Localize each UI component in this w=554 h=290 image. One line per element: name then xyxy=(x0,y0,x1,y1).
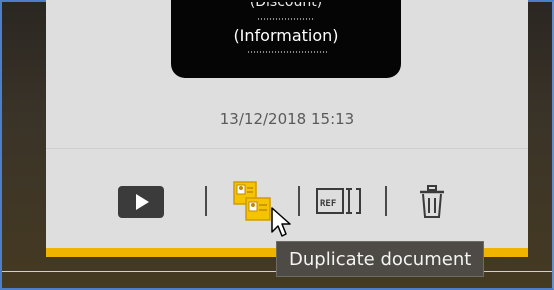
delete-button[interactable] xyxy=(418,184,446,224)
toolbar-separator xyxy=(205,186,207,216)
play-button[interactable] xyxy=(118,186,164,218)
duplicate-document-button[interactable] xyxy=(232,180,274,228)
mouse-cursor-icon xyxy=(271,207,291,237)
information-label: (Information) xyxy=(233,26,339,45)
dotted-underline xyxy=(247,51,327,53)
ref-button[interactable]: REF xyxy=(316,186,362,222)
tooltip: Duplicate document xyxy=(276,241,485,277)
duplicate-document-icon xyxy=(233,181,271,221)
ref-icon: REF xyxy=(316,188,361,214)
toolbar-separator xyxy=(298,186,300,216)
play-icon xyxy=(136,194,149,210)
svg-text:REF: REF xyxy=(320,199,336,209)
dotted-separator xyxy=(257,18,315,20)
card-divider xyxy=(46,148,528,149)
trash-icon xyxy=(420,185,444,218)
toolbar-separator xyxy=(385,186,387,216)
discount-label: (Discount) xyxy=(249,2,323,10)
document-timestamp: 13/12/2018 15:13 xyxy=(219,110,355,128)
info-panel: (Discount) (Information) xyxy=(171,0,401,78)
